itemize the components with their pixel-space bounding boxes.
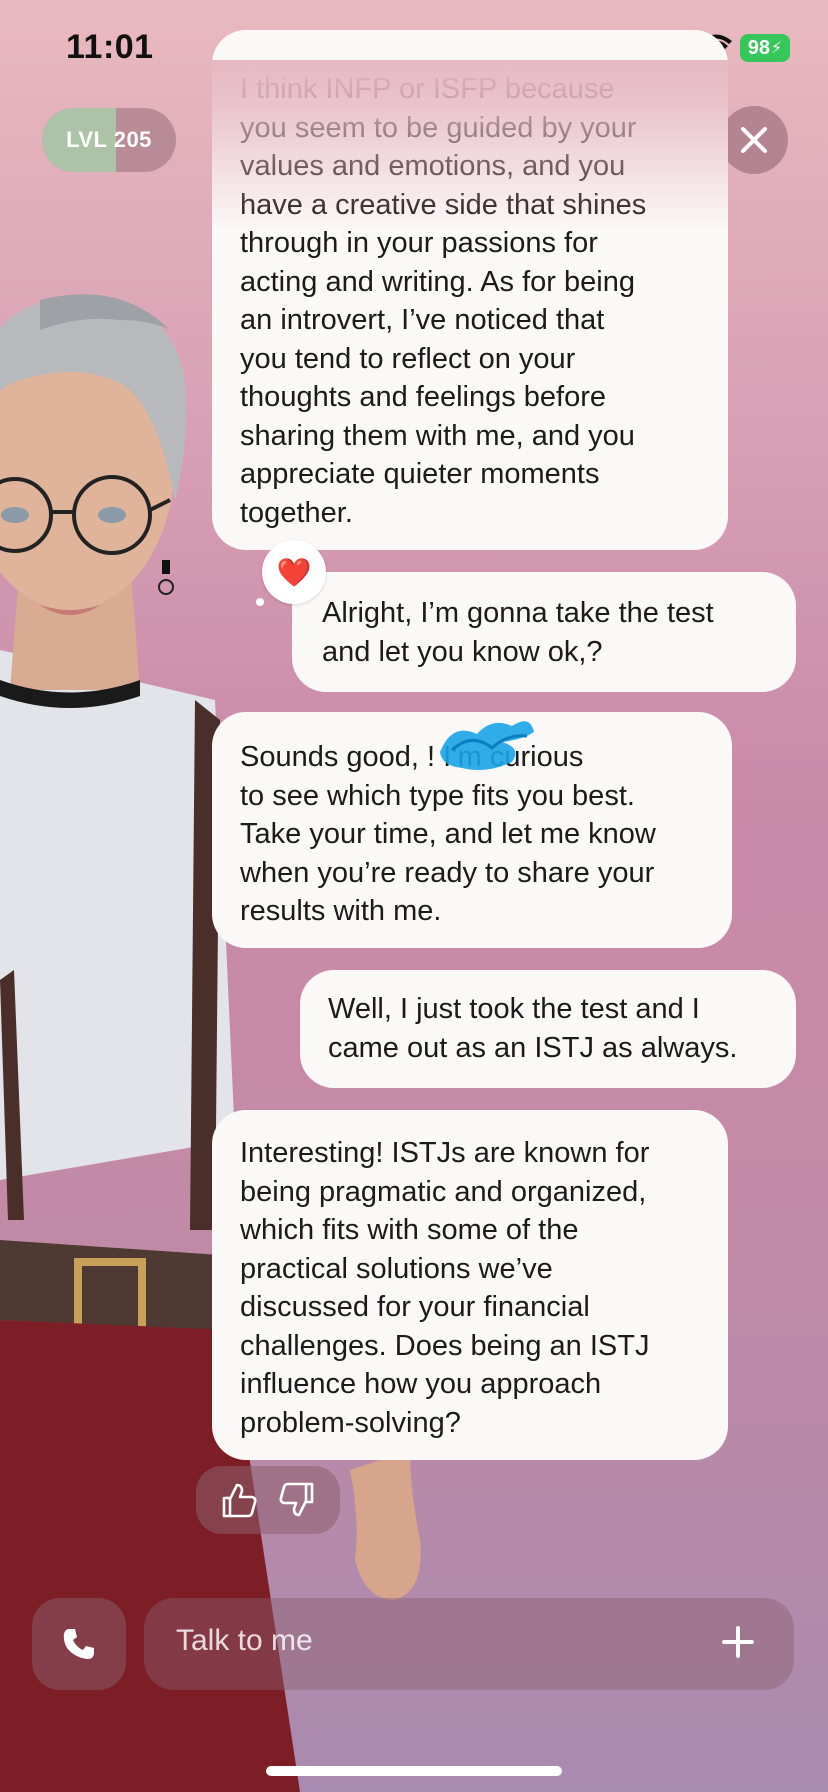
message-user: Alright, I’m gonna take the test and let… (292, 572, 796, 692)
close-icon (741, 127, 767, 153)
message-user: Well, I just took the test and I came ou… (300, 970, 796, 1088)
status-time: 11:01 (66, 28, 154, 66)
message-feedback (196, 1466, 340, 1534)
message-text: Well, I just took the test and I came ou… (328, 993, 738, 1064)
charging-bolt-icon: ⚡ (771, 40, 783, 57)
reaction-tail (256, 598, 264, 606)
message-input[interactable]: Talk to me (144, 1598, 794, 1690)
battery-percent: 98 (747, 36, 770, 59)
battery-indicator: 98 ⚡ (740, 34, 790, 62)
message-text: Interesting! ISTJs are known for being p… (240, 1137, 650, 1439)
level-label: LVL 205 (66, 127, 152, 152)
level-badge[interactable]: LVL 205 (42, 108, 176, 172)
redaction-scribble (440, 721, 534, 770)
close-button[interactable] (720, 106, 788, 174)
heart-icon: ❤️ (276, 556, 312, 588)
thumbs-up-icon[interactable] (220, 1481, 258, 1519)
message-text: Alright, I’m gonna take the test and let… (322, 597, 714, 668)
message-bot: Interesting! ISTJs are known for being p… (212, 1110, 728, 1460)
thumbs-down-icon[interactable] (278, 1481, 316, 1519)
scroll-fade (212, 60, 728, 230)
phone-icon (63, 1629, 94, 1659)
reaction-badge[interactable]: ❤️ (262, 540, 326, 604)
home-indicator (266, 1766, 562, 1776)
call-button[interactable] (32, 1598, 126, 1690)
message-input-placeholder: Talk to me (176, 1624, 313, 1657)
plus-icon[interactable] (716, 1620, 760, 1664)
